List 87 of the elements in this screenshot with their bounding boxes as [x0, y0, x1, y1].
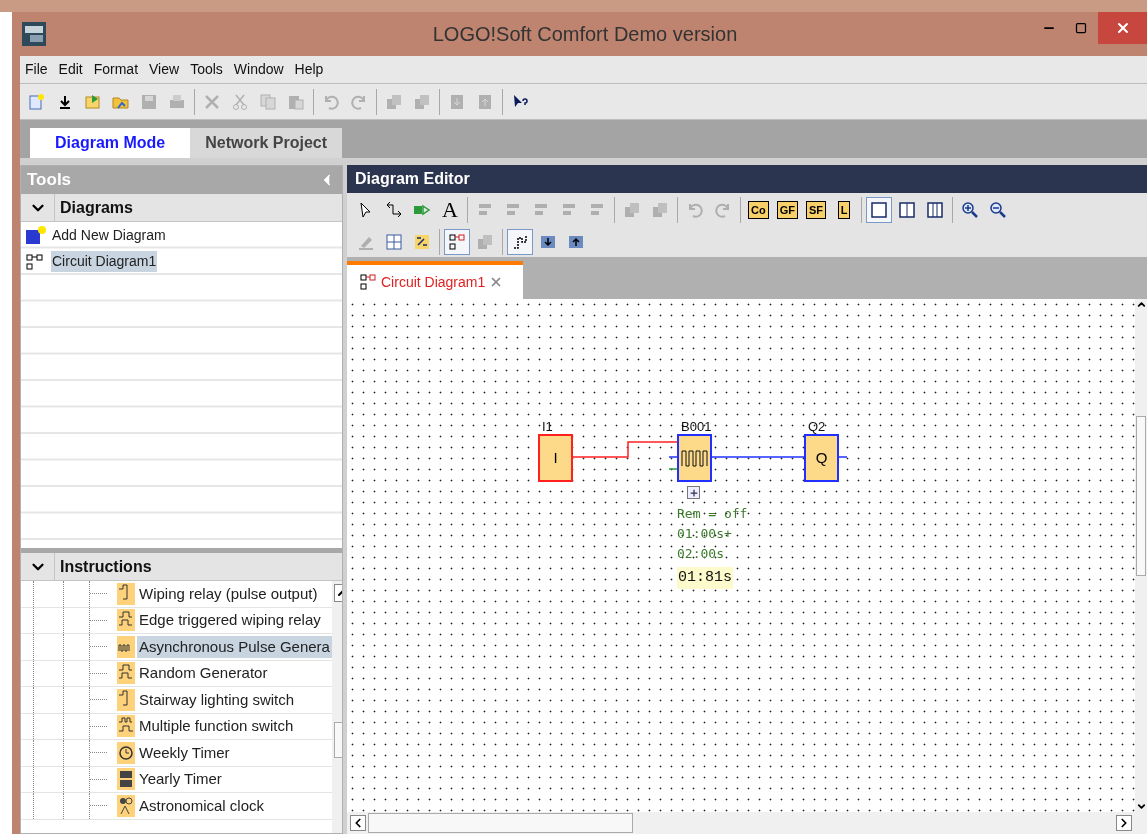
save-icon	[140, 92, 158, 111]
instruction-item[interactable]: Astronomical clock	[137, 794, 267, 817]
swap-icon	[413, 232, 431, 251]
mode-tab[interactable]: Network Project	[190, 128, 343, 158]
block-label: I1	[542, 418, 553, 436]
zoom-out-icon	[989, 200, 1007, 219]
instruction-item[interactable]: Weekly Timer	[137, 741, 232, 764]
toolbar-button[interactable]	[866, 196, 892, 223]
instruction-item[interactable]: Stairway lighting switch	[137, 688, 297, 711]
scroll-thumb[interactable]	[1136, 415, 1146, 576]
scroll-thumb[interactable]	[368, 813, 633, 833]
scroll-down-icon	[1135, 801, 1147, 812]
close-button[interactable]	[1098, 12, 1147, 44]
instruction-icon	[117, 715, 135, 738]
simulation-icon	[448, 232, 466, 251]
simulation-icon	[359, 273, 377, 291]
editor-header: Diagram Editor	[347, 165, 1147, 193]
block-icon	[476, 232, 494, 251]
horizontal-scrollbar[interactable]	[347, 812, 1147, 834]
block-icon	[651, 200, 669, 219]
menu-item[interactable]: File	[25, 59, 48, 80]
instruction-item[interactable]: Yearly Timer	[137, 768, 224, 791]
pulse-icon	[680, 449, 709, 467]
scroll-up-icon	[1135, 299, 1147, 310]
instruction-item[interactable]: Edge triggered wiping relay	[137, 609, 323, 632]
block-label: Q2	[808, 418, 826, 436]
zoom-in-icon	[961, 200, 979, 219]
open-file-icon	[84, 92, 102, 111]
menu-item[interactable]: Window	[233, 59, 284, 80]
pane-double-icon	[898, 200, 916, 219]
section-header[interactable]: Instructions	[21, 553, 342, 581]
instruction-icon	[117, 582, 135, 605]
instruction-item[interactable]: Multiple function switch	[137, 715, 296, 738]
cut-icon	[231, 92, 249, 111]
pane-triple-icon	[926, 200, 944, 219]
menu-item[interactable]: Format	[93, 59, 139, 80]
function-block[interactable]: Q	[804, 434, 839, 482]
block-icon	[413, 92, 431, 111]
mode-tab[interactable]: Diagram Mode	[30, 128, 191, 158]
new-diagram-icon	[25, 225, 47, 246]
instruction-icon	[117, 794, 135, 817]
document-tab[interactable]: Circuit Diagram1	[347, 261, 523, 299]
instruction-item[interactable]: Wiping relay (pulse output)	[137, 582, 320, 605]
instruction-icon	[117, 768, 135, 791]
window-title: LOGO!Soft Comfort Demo version	[432, 22, 738, 47]
copy-icon	[259, 92, 277, 111]
parameter-text: 02:00s	[677, 545, 725, 562]
tools-header: Tools	[21, 166, 342, 194]
block-down-icon	[448, 92, 466, 111]
function-block[interactable]: I	[538, 434, 573, 482]
maximize-icon	[1075, 22, 1087, 34]
toolbar-button[interactable]: L	[831, 196, 857, 223]
text-tool-button[interactable]: A	[437, 196, 463, 223]
instruction-icon	[117, 609, 135, 632]
instruction-icon	[117, 635, 135, 658]
scroll-right-icon	[1116, 815, 1132, 831]
scroll-left-icon	[350, 815, 366, 831]
parameter-text: 01:00s+	[677, 525, 733, 542]
block-label: B001	[681, 418, 712, 436]
parameter-text: Rem = off	[677, 505, 748, 522]
block-icon	[385, 92, 403, 111]
print-icon	[168, 92, 186, 111]
vertical-scrollbar[interactable]	[1135, 299, 1147, 812]
instruction-icon	[117, 688, 135, 711]
new-icon	[28, 92, 46, 111]
instruction-item[interactable]: Asynchronous Pulse Genera	[137, 635, 332, 658]
menu-item[interactable]: Tools	[190, 59, 223, 80]
instruction-icon	[117, 662, 135, 685]
pane-single-icon	[870, 200, 888, 219]
block-icon	[623, 200, 641, 219]
diagram-item[interactable]: Add New Diagram	[51, 224, 167, 246]
menu-item[interactable]: Help	[294, 59, 324, 80]
toolbar-button[interactable]	[507, 228, 533, 255]
app-logo-icon	[22, 22, 46, 46]
function-block[interactable]	[677, 434, 712, 482]
delete-icon	[203, 92, 221, 111]
wire	[837, 456, 848, 458]
instruction-item[interactable]: Random Generator	[137, 662, 270, 685]
expand-icon[interactable]	[687, 486, 700, 499]
connect-icon	[385, 200, 403, 219]
section-header[interactable]: Diagrams	[21, 194, 342, 222]
menu-item[interactable]: Edit	[58, 59, 83, 80]
current-value: 01:81s	[677, 567, 733, 589]
instruction-icon	[117, 741, 135, 764]
menu-item[interactable]: View	[149, 59, 180, 80]
block-up-icon	[476, 92, 494, 111]
diagram-item[interactable]: Circuit Diagram1	[51, 251, 158, 273]
